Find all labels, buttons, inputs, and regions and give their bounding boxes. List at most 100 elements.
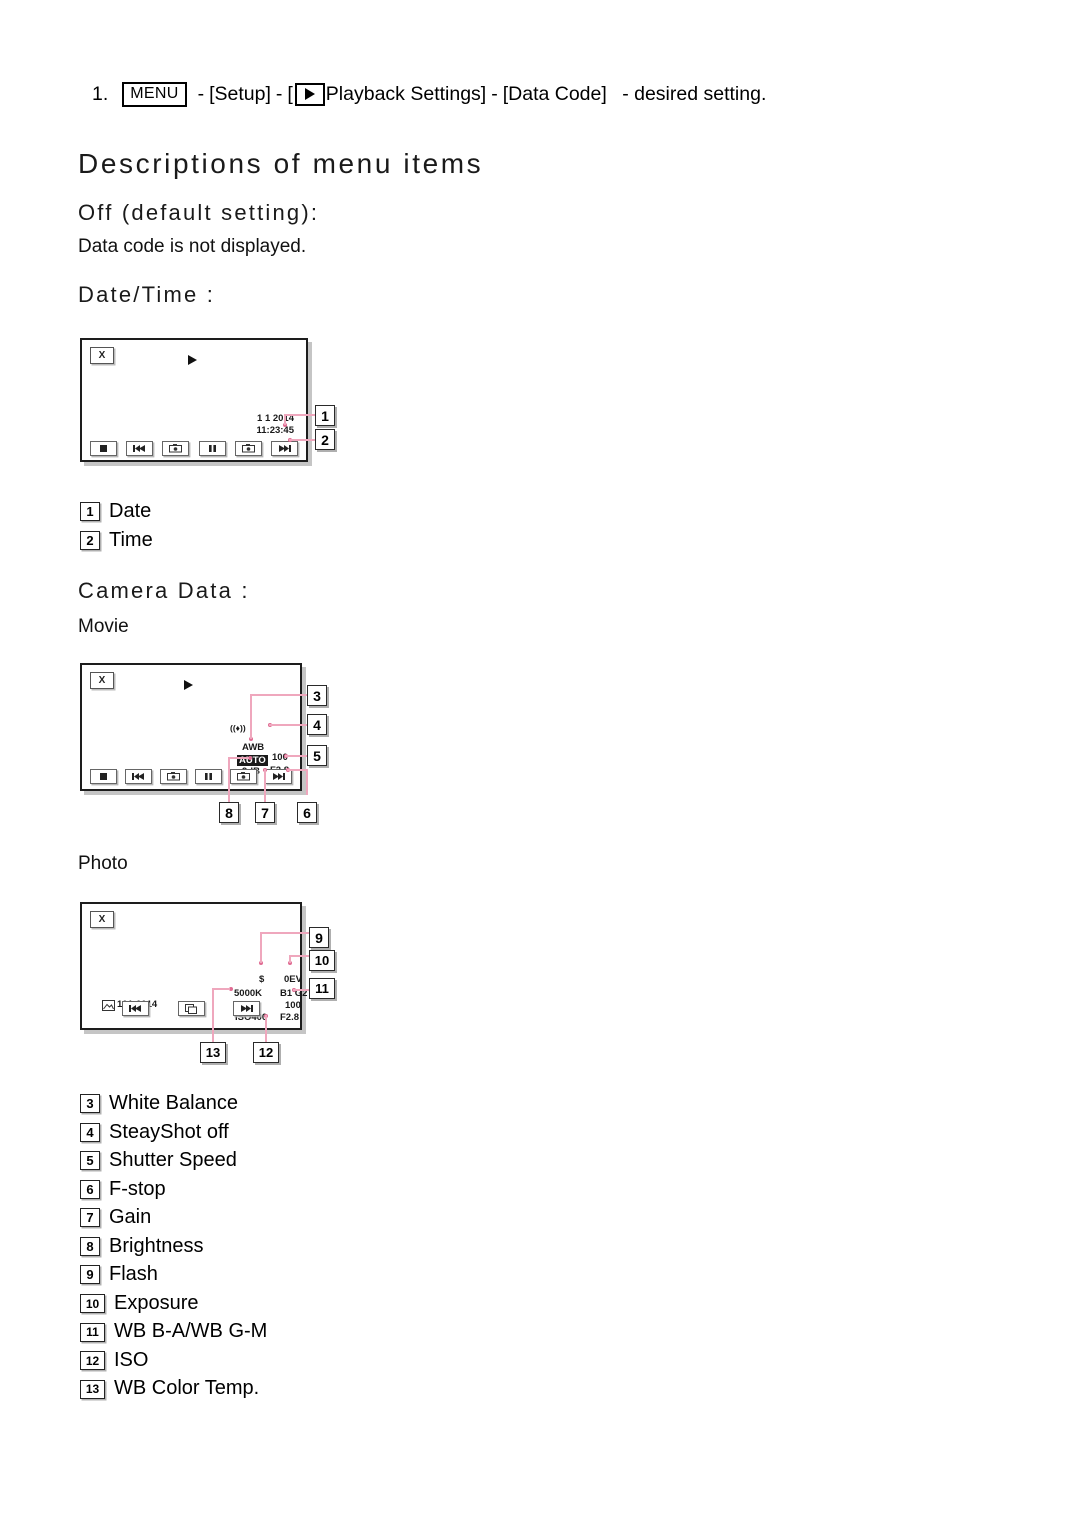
- leader-horizontal-wb-shift: [293, 989, 310, 991]
- subheading-movie: Movie: [78, 616, 129, 637]
- leader-vertical-iso: [265, 1015, 267, 1042]
- step-setup-label: [Setup]: [209, 82, 271, 105]
- osd-wb-color-temp: 5000K: [234, 988, 262, 999]
- callout-number: 1: [80, 502, 100, 521]
- step-dash-2: -: [275, 82, 283, 105]
- step-playback-settings-label: Playback Settings]: [325, 82, 487, 105]
- callout-number: 2: [80, 530, 100, 550]
- osd-exposure: 0EV: [284, 974, 302, 985]
- subheading-photo: Photo: [78, 853, 128, 874]
- callout-label: Brightness: [109, 1234, 204, 1257]
- photo-capture-icon[interactable]: [234, 441, 262, 456]
- legend-item: 11 WB B-A/WB G-M: [80, 1320, 267, 1343]
- leader-horizontal-f-stop: [287, 769, 307, 771]
- callout-number: 4: [80, 1122, 100, 1142]
- legend-item: 1 Date: [80, 500, 153, 523]
- legend-item: 13 WB Color Temp.: [80, 1377, 267, 1400]
- callout-label: Flash: [109, 1263, 158, 1285]
- leader-horizontal-white-balance: [250, 694, 308, 696]
- callout-7: 7: [255, 802, 275, 823]
- step-data-code-label: [Data Code]: [502, 82, 607, 105]
- callout-label: WB B-A/WB G-M: [114, 1320, 268, 1342]
- leader-vertical-date: [284, 414, 286, 425]
- callout-9: 9: [309, 927, 329, 948]
- osd-steadyshot-off: ((♦)): [230, 723, 246, 733]
- next-icon[interactable]: [233, 1001, 260, 1016]
- callout-13: 13: [200, 1042, 226, 1063]
- leader-horizontal-wb-color-temp: [212, 988, 230, 990]
- playback-control-bar: [90, 441, 298, 456]
- leader-vertical-white-balance: [250, 694, 252, 739]
- callout-label: Exposure: [114, 1291, 199, 1314]
- callout-label: Shutter Speed: [109, 1149, 237, 1171]
- legend-item: 3 White Balance: [80, 1092, 267, 1115]
- next-icon[interactable]: [270, 441, 298, 456]
- prev-icon[interactable]: [125, 769, 152, 784]
- leader-horizontal-shutter-speed: [285, 755, 308, 757]
- photo-capture-icon[interactable]: [160, 769, 187, 784]
- camera-screen-datetime: X 1 1 2014 11:23:45: [80, 338, 308, 462]
- prev-icon[interactable]: [126, 441, 154, 456]
- callout-label: White Balance: [109, 1092, 238, 1114]
- callout-label: SteayShot off: [109, 1120, 229, 1143]
- close-icon[interactable]: X: [90, 672, 114, 689]
- leader-horizontal-flash: [260, 932, 310, 934]
- step-bracket-open: [: [287, 82, 293, 105]
- osd-time: 11:23:45: [256, 425, 294, 437]
- leader-horizontal-time: [289, 439, 316, 441]
- pause-icon[interactable]: [198, 441, 226, 456]
- step-tail-label: - desired setting.: [622, 82, 767, 105]
- callout-label: ISO: [114, 1348, 149, 1371]
- callout-label: F-stop: [109, 1177, 166, 1200]
- callout-number: 9: [80, 1265, 100, 1284]
- callout-number: 6: [80, 1179, 100, 1199]
- legend-item: 8 Brightness: [80, 1235, 267, 1258]
- callout-number: 7: [80, 1208, 100, 1227]
- camera-screen-movie: X ((♦)) AWB AUTO 9dB 100 F2.8: [80, 663, 302, 791]
- legend-item: 9 Flash: [80, 1263, 267, 1286]
- stop-icon[interactable]: [90, 769, 117, 784]
- leader-horizontal-date: [284, 414, 315, 416]
- callout-5: 5: [307, 745, 327, 766]
- leader-vertical-brightness: [228, 757, 230, 802]
- photo-capture-icon[interactable]: [230, 769, 257, 784]
- legend-date-time: 1 Date 2 Time: [80, 500, 153, 557]
- legend-item: 5 Shutter Speed: [80, 1149, 267, 1172]
- heading-camera-data: Camera Data :: [78, 578, 250, 603]
- playback-icon: [294, 82, 325, 106]
- stop-icon[interactable]: [90, 441, 117, 456]
- legend-item: 4 SteayShot off: [80, 1121, 267, 1144]
- callout-number: 11: [80, 1322, 105, 1342]
- legend-item: 6 F-stop: [80, 1178, 267, 1201]
- prev-icon[interactable]: [122, 1001, 149, 1016]
- callout-number: 5: [80, 1151, 100, 1170]
- callout-6: 6: [297, 802, 317, 823]
- callout-2: 2: [315, 429, 335, 450]
- callout-label: Gain: [109, 1206, 152, 1228]
- menu-button-key[interactable]: MENU: [122, 82, 187, 107]
- leader-horizontal-steadyshot: [269, 724, 308, 726]
- close-icon[interactable]: X: [90, 911, 114, 928]
- step-instruction: 1. MENU - [Setup] - [ Playback Settings]…: [92, 82, 766, 107]
- slideshow-icon[interactable]: [177, 1001, 205, 1016]
- leader-horizontal-exposure: [289, 955, 310, 957]
- play-indicator-icon: [184, 680, 193, 690]
- step-dash-1: -: [197, 82, 205, 105]
- callout-label: Time: [109, 528, 153, 551]
- osd-f-stop: F2.8: [280, 1012, 300, 1023]
- callout-number: 10: [80, 1294, 105, 1313]
- leader-vertical-gain: [264, 769, 266, 802]
- callout-8: 8: [219, 802, 239, 823]
- callout-11: 11: [309, 978, 335, 999]
- heading-date-time: Date/Time :: [78, 282, 216, 307]
- legend-item: 10 Exposure: [80, 1292, 267, 1315]
- osd-flash: $: [259, 974, 265, 985]
- photo-capture-icon[interactable]: [162, 441, 190, 456]
- close-icon[interactable]: X: [90, 347, 114, 364]
- play-indicator-icon: [188, 355, 197, 365]
- legend-item: 2 Time: [80, 529, 153, 552]
- document-page: 1. MENU - [Setup] - [ Playback Settings]…: [0, 0, 1080, 1528]
- pause-icon[interactable]: [195, 769, 222, 784]
- callout-3: 3: [307, 685, 327, 706]
- playback-control-bar: [90, 769, 292, 784]
